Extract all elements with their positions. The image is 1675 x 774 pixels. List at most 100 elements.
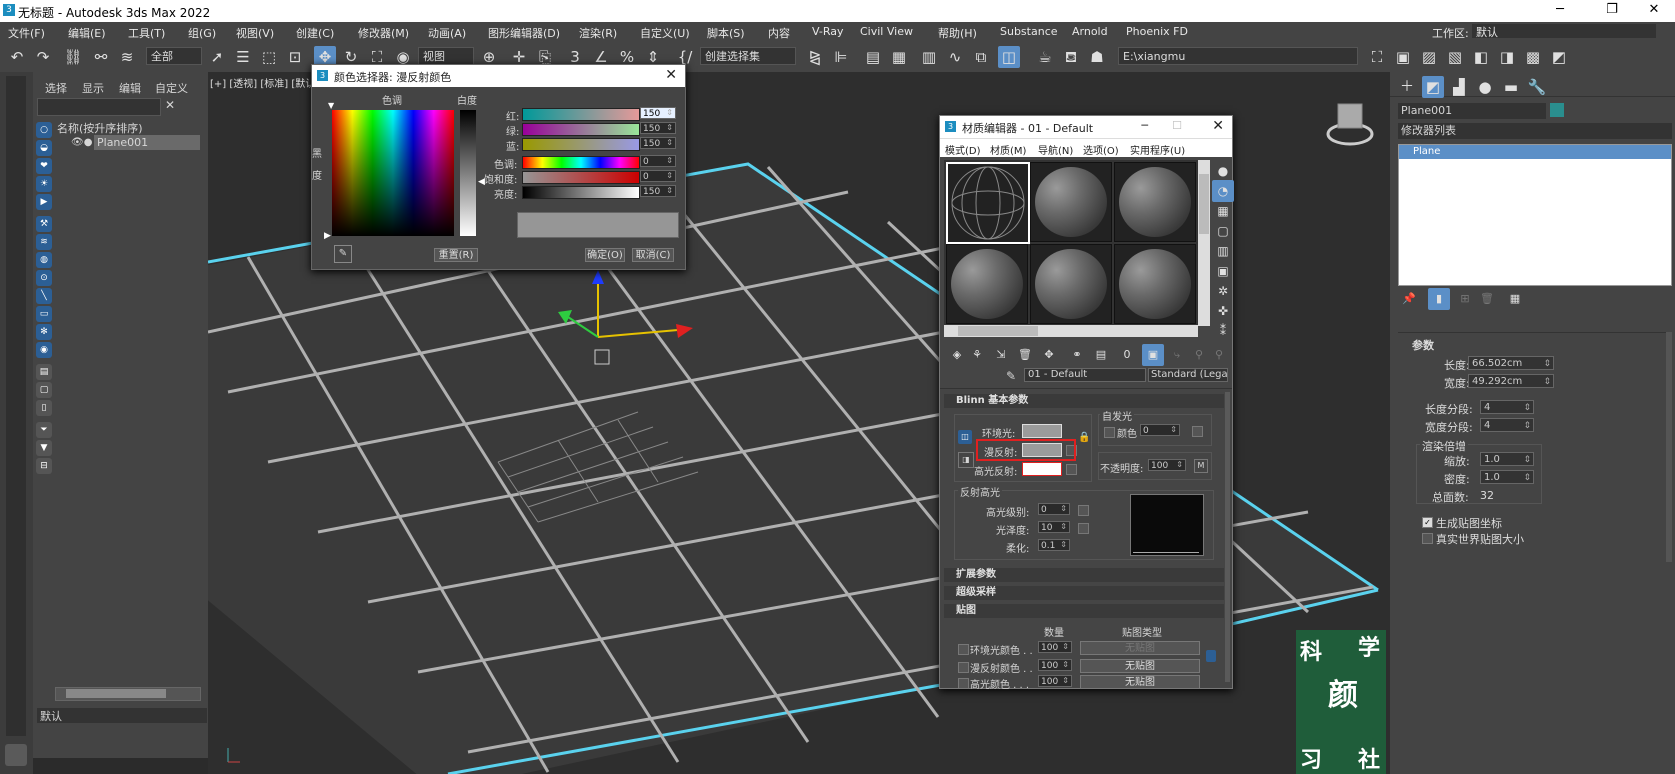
- saturation-slider[interactable]: [522, 171, 640, 184]
- menu-view[interactable]: 视图(V): [236, 25, 274, 41]
- render-setup-icon[interactable]: ☕: [1034, 46, 1056, 68]
- mated-maximize-icon[interactable]: ☐: [1172, 119, 1182, 132]
- lock-icon[interactable]: 🔒: [1078, 432, 1090, 443]
- map-lock-icon[interactable]: [1206, 650, 1216, 662]
- length-segs-spinner[interactable]: 4: [1480, 400, 1534, 415]
- hierarchy-tab-icon[interactable]: ▟: [1448, 76, 1470, 98]
- make-unique-icon[interactable]: ⊞: [1454, 288, 1476, 310]
- glossiness-spinner[interactable]: 10: [1038, 521, 1070, 533]
- sample-type-icon[interactable]: ●: [1212, 160, 1234, 182]
- mated-params-scrollbar[interactable]: [1225, 392, 1230, 682]
- green-value-input[interactable]: 150: [640, 122, 676, 134]
- sample-slot-5[interactable]: [1030, 244, 1112, 324]
- video-color-check-icon[interactable]: ▥: [1212, 240, 1234, 262]
- restore-button[interactable]: ❐: [1592, 2, 1632, 20]
- select-icon[interactable]: ➚: [206, 46, 228, 68]
- menu-scripting[interactable]: 脚本(S): [707, 25, 745, 41]
- show-end-icon[interactable]: ⤷: [1166, 344, 1188, 366]
- material-name-input[interactable]: 01 - Default: [1024, 368, 1146, 382]
- mated-options-icon[interactable]: ✲: [1212, 280, 1234, 302]
- object-color-swatch[interactable]: [1550, 103, 1564, 117]
- self-illum-map-button[interactable]: [1192, 426, 1203, 437]
- object-name-input[interactable]: Plane001: [1398, 103, 1546, 119]
- opacity-spinner[interactable]: 100: [1148, 459, 1186, 471]
- filter-funnel-icon[interactable]: ⏷: [36, 422, 52, 438]
- get-material-icon[interactable]: ◈: [946, 344, 968, 366]
- material-id-icon[interactable]: 0: [1116, 344, 1138, 366]
- sample-slot-3[interactable]: [1114, 162, 1196, 242]
- modifier-stack[interactable]: Plane: [1398, 144, 1672, 286]
- sample-slot-1[interactable]: [946, 162, 1030, 244]
- open-folder-icon[interactable]: ⊟: [36, 458, 52, 474]
- density-spinner[interactable]: 1.0: [1480, 470, 1534, 485]
- render-icon[interactable]: ☗: [1086, 46, 1108, 68]
- toolbar-extra5-icon[interactable]: ▩: [1522, 46, 1544, 68]
- toolbar-extra2-icon[interactable]: ▧: [1444, 46, 1466, 68]
- make-unique-mat-icon[interactable]: ⚭: [1066, 344, 1088, 366]
- undo-icon[interactable]: ↶: [6, 46, 28, 68]
- menu-vray[interactable]: V-Ray: [812, 25, 844, 38]
- whiteness-slider[interactable]: [460, 110, 476, 236]
- eyedropper-icon[interactable]: ✎: [334, 245, 352, 263]
- scale-spinner[interactable]: 1.0: [1480, 452, 1534, 467]
- material-nav-icon[interactable]: ⁑: [1212, 320, 1234, 342]
- remove-modifier-icon[interactable]: 🗑: [1476, 288, 1498, 310]
- menu-tools[interactable]: 工具(T): [128, 25, 165, 41]
- visibility-eye-icon[interactable]: 👁●: [71, 137, 92, 148]
- minimize-button[interactable]: ─: [1540, 2, 1580, 20]
- assign-to-selection-icon[interactable]: ⇲: [990, 344, 1012, 366]
- value-value-input[interactable]: 150: [640, 185, 676, 197]
- display-frozen-icon[interactable]: ▢: [36, 382, 52, 398]
- selection-filter-dropdown[interactable]: 全部: [146, 47, 202, 65]
- menu-animation[interactable]: 动画(A): [428, 25, 466, 41]
- specular-color-swatch[interactable]: [1022, 462, 1062, 476]
- menu-material[interactable]: 材质(M): [990, 142, 1026, 157]
- configure-sets-icon[interactable]: ▦: [1504, 288, 1526, 310]
- menu-graph-editors[interactable]: 图形编辑器(D): [488, 25, 560, 41]
- put-to-library-icon[interactable]: ▤: [1090, 344, 1112, 366]
- diffuse-map-slot-button[interactable]: 无贴图: [1080, 659, 1200, 673]
- specular-map-checkbox[interactable]: [958, 678, 969, 689]
- ambient-map-button[interactable]: 无贴图: [1080, 641, 1200, 655]
- spec-level-spinner[interactable]: 0: [1038, 503, 1070, 515]
- params-rollout-title[interactable]: 参数: [1412, 337, 1434, 353]
- tab-select[interactable]: 选择: [45, 80, 67, 96]
- put-to-scene-icon[interactable]: ⚘: [966, 344, 988, 366]
- ambient-map-amount[interactable]: 100: [1038, 641, 1072, 653]
- self-illum-value-spinner[interactable]: 0: [1140, 424, 1180, 436]
- menu-substance[interactable]: Substance: [1000, 25, 1058, 38]
- saturation-value-input[interactable]: 0: [640, 170, 676, 182]
- sample-slot-6[interactable]: [1114, 244, 1196, 324]
- hue-pointer-icon[interactable]: ▼: [328, 101, 334, 110]
- display-xrefs-icon[interactable]: ⊙: [36, 270, 52, 286]
- display-list-icon[interactable]: ▯: [36, 400, 52, 416]
- display-tab-icon[interactable]: ▬: [1500, 76, 1522, 98]
- blue-slider[interactable]: [522, 138, 640, 151]
- cancel-button[interactable]: 取消(C): [632, 248, 674, 262]
- create-tab-icon[interactable]: ＋: [1396, 76, 1418, 98]
- real-world-checkbox[interactable]: [1422, 533, 1433, 544]
- specular-map-slot-button[interactable]: 无贴图: [1080, 675, 1200, 689]
- menu-edit[interactable]: 编辑(E): [68, 25, 106, 41]
- scene-explorer-icon[interactable]: ▤: [862, 46, 884, 68]
- diffuse-map-amount[interactable]: 100: [1038, 659, 1072, 671]
- value-slider[interactable]: [522, 186, 640, 199]
- reset-button[interactable]: 重置(R): [434, 248, 478, 262]
- menu-group[interactable]: 组(G): [188, 25, 216, 41]
- display-layers-icon[interactable]: ▤: [36, 364, 52, 380]
- display-containers-icon[interactable]: ▭: [36, 306, 52, 322]
- material-editor-titlebar[interactable]: 3 材质编辑器 - 01 - Default ─ ☐ ✕: [940, 116, 1232, 138]
- menu-civil-view[interactable]: Civil View: [860, 25, 913, 38]
- blackness-pointer-icon[interactable]: ▶: [324, 231, 331, 241]
- background-icon[interactable]: ▦: [1212, 200, 1234, 222]
- extended-params-rollout[interactable]: 扩展参数: [944, 568, 1224, 582]
- name-column-header[interactable]: 名称(按升序排序): [57, 120, 143, 136]
- unlink-icon[interactable]: ⚯: [90, 46, 112, 68]
- toolbar-extra-icon[interactable]: ▨: [1418, 46, 1440, 68]
- toolbar-extra3-icon[interactable]: ◧: [1470, 46, 1492, 68]
- show-map-icon[interactable]: ▣: [1142, 344, 1164, 366]
- toolbar-extra6-icon[interactable]: ◩: [1548, 46, 1570, 68]
- pick-material-eyedropper-icon[interactable]: ✎: [1006, 369, 1016, 383]
- reset-map-icon[interactable]: 🗑: [1014, 344, 1036, 366]
- rect-region-icon[interactable]: ⬚: [258, 46, 280, 68]
